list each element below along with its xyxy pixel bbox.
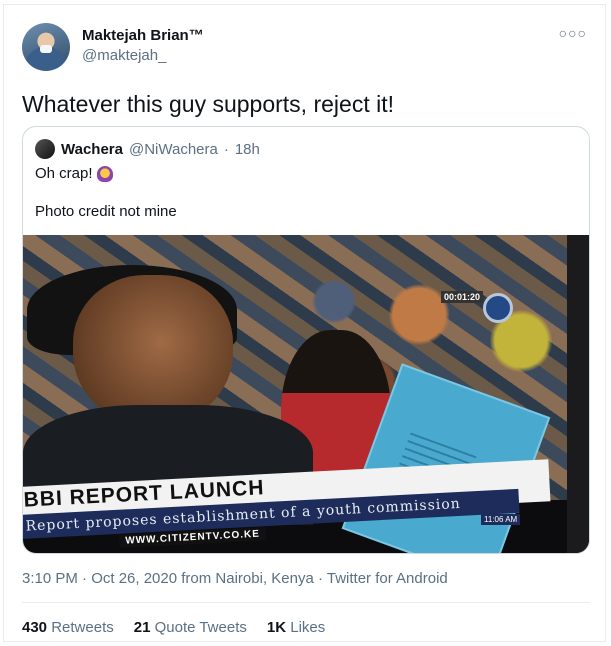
quoted-author-handle[interactable]: @NiWachera [129,141,218,158]
author-avatar[interactable] [22,23,70,71]
author-block: Maktejah Brian™ @maktejah_ [82,27,204,64]
likes-stat[interactable]: 1K Likes [267,619,325,636]
quote-tweets-count: 21 [133,619,151,636]
tweet-text: Whatever this guy supports, reject it! [22,91,394,117]
quote-tweets-stat[interactable]: 21 Quote Tweets [134,619,247,636]
quoted-tweet-header: Wachera @NiWachera · 18h [35,139,260,159]
live-timer: 00:01:20 [441,291,484,303]
quoted-text-oh-crap: Oh crap! [35,165,93,182]
quoted-author-name[interactable]: Wachera [61,141,123,158]
meta-separator: · [223,140,229,158]
tweet-card: Maktejah Brian™ @maktejah_ ○○○ Whatever … [3,4,606,642]
likes-label: Likes [290,619,326,636]
quoted-tweet-time[interactable]: 18h [235,141,260,158]
quoted-text-line2: Photo credit not mine [35,203,177,220]
stats-divider [22,602,590,603]
author-name[interactable]: Maktejah Brian™ [82,27,204,44]
retweets-stat[interactable]: 430 Retweets [22,619,114,636]
author-handle[interactable]: @maktejah_ [82,47,204,64]
tv-frame-edge [567,235,589,553]
retweets-label: Retweets [51,619,114,636]
tweet-timestamp[interactable]: 3:10 PM · Oct 26, 2020 from Nairobi, Ken… [22,570,448,587]
broadcast-clock: 11:06 AM [481,514,521,525]
engagement-stats: 430 Retweets 21 Quote Tweets 1K Likes [22,619,325,636]
more-dots-icon[interactable]: ○○○ [559,25,587,41]
woman-facepalming-icon [96,165,113,182]
retweets-count: 430 [22,619,48,636]
quoted-text-line1: Oh crap! [35,165,113,182]
quoted-tweet[interactable]: Wachera @NiWachera · 18h Oh crap! Photo … [22,126,590,554]
quote-tweets-label: Quote Tweets [154,619,247,636]
likes-count: 1K [266,619,287,636]
quoted-author-avatar[interactable] [35,139,55,159]
quoted-photo[interactable]: 00:01:20 BBI REPORT LAUNCH Report propos… [23,235,589,553]
face-mask-detail [40,45,52,53]
man-face [73,275,233,425]
pause-icon [483,293,513,323]
